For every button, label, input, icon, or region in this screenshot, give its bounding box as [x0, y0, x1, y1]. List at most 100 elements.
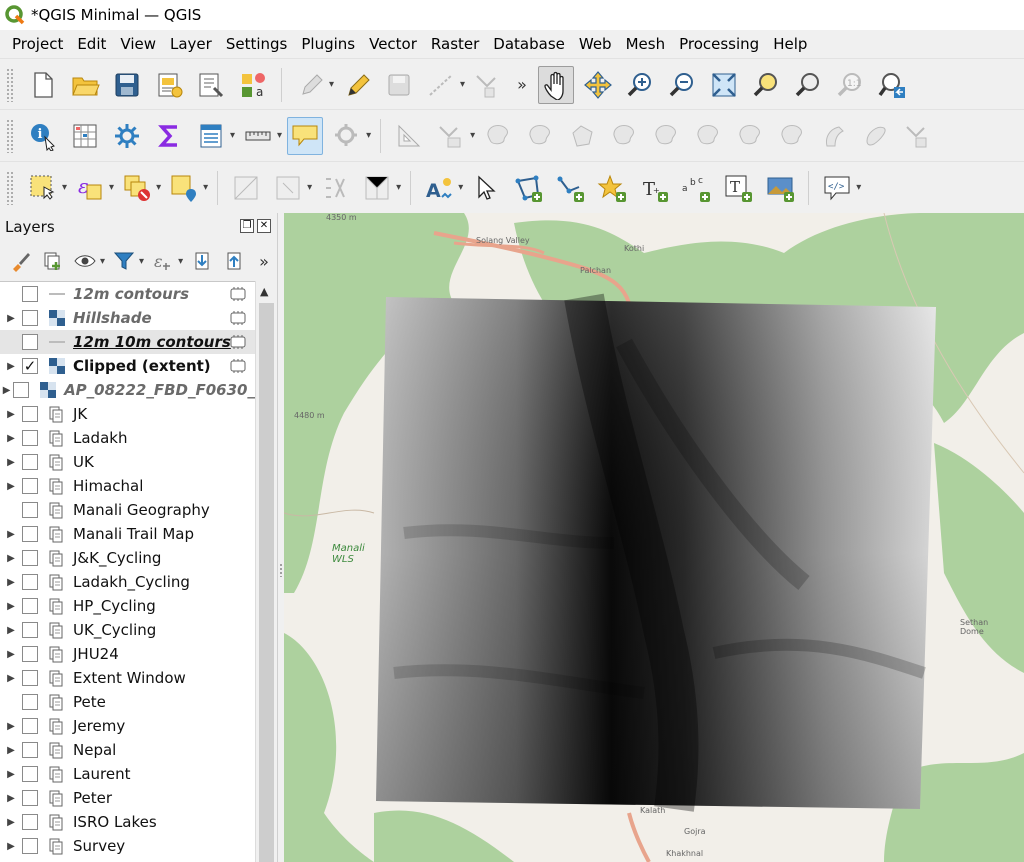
toggle-editing-button[interactable] — [339, 66, 375, 104]
expand-arrow-icon[interactable]: ▶ — [0, 433, 22, 444]
layer-visibility-checkbox[interactable] — [22, 814, 38, 830]
edit-shape-button-2[interactable] — [522, 117, 558, 155]
layer-visibility-checkbox[interactable] — [22, 718, 38, 734]
dropdown-arrow-icon[interactable]: ▾ — [100, 256, 105, 267]
expand-arrow-icon[interactable]: ▶ — [0, 817, 22, 828]
edit-shape-button-7[interactable] — [732, 117, 768, 155]
dropdown-arrow-icon[interactable]: ▾ — [203, 182, 208, 193]
layer-visibility-checkbox[interactable] — [22, 790, 38, 806]
layer-visibility-checkbox[interactable] — [22, 502, 38, 518]
layer-row[interactable]: ▶ HP_Cycling — [0, 594, 255, 618]
statistics-button[interactable] — [151, 117, 187, 155]
layer-visibility-checkbox[interactable] — [13, 382, 30, 398]
zoom-to-selection-button[interactable] — [748, 66, 784, 104]
edit-shape-button-1[interactable] — [480, 117, 516, 155]
layer-visibility-checkbox[interactable] — [22, 622, 38, 638]
layer-row[interactable]: ▶ ✓ Clipped (extent) — [0, 354, 255, 378]
expand-arrow-icon[interactable]: ▶ — [0, 481, 22, 492]
style-layer-button[interactable] — [6, 246, 36, 276]
collapse-all-button[interactable] — [219, 246, 249, 276]
dropdown-arrow-icon[interactable]: ▾ — [458, 182, 463, 193]
menu-layer[interactable]: Layer — [163, 35, 219, 53]
expand-arrow-icon[interactable]: ▶ — [0, 385, 13, 396]
dropdown-arrow-icon[interactable]: ▾ — [307, 182, 312, 193]
expand-arrow-icon[interactable]: ▶ — [0, 673, 22, 684]
pan-to-selection-button[interactable] — [580, 66, 616, 104]
filter-by-expression-button[interactable]: ε — [148, 246, 178, 276]
layer-visibility-checkbox[interactable] — [22, 694, 38, 710]
toolbar-grip[interactable] — [6, 67, 14, 102]
dropdown-arrow-icon[interactable]: ▾ — [109, 182, 114, 193]
layer-visibility-checkbox[interactable] — [22, 766, 38, 782]
expand-arrow-icon[interactable]: ▶ — [0, 529, 22, 540]
identify-features-button[interactable]: i — [25, 117, 61, 155]
layer-row[interactable]: ▶ Ladakh — [0, 426, 255, 450]
toolbar-grip[interactable] — [6, 118, 14, 153]
style-manager-button[interactable]: a — [235, 66, 271, 104]
dropdown-arrow-icon[interactable]: ▾ — [396, 182, 401, 193]
expand-arrow-icon[interactable]: ▶ — [0, 409, 22, 420]
layer-visibility-checkbox[interactable] — [22, 310, 38, 326]
menu-web[interactable]: Web — [572, 35, 619, 53]
expand-arrow-icon[interactable]: ▶ — [0, 745, 22, 756]
zoom-native-button[interactable]: 1:1 — [832, 66, 868, 104]
digitize-shape-button-1[interactable] — [228, 169, 264, 207]
add-line-label-button[interactable] — [552, 169, 588, 207]
scroll-up-icon[interactable]: ▲ — [260, 285, 268, 298]
snapping-triangle-button[interactable] — [391, 117, 427, 155]
menu-view[interactable]: View — [113, 35, 163, 53]
manage-visibility-button[interactable] — [70, 246, 100, 276]
edit-shape-button-8[interactable] — [774, 117, 810, 155]
add-line-button[interactable] — [423, 66, 459, 104]
menu-plugins[interactable]: Plugins — [294, 35, 362, 53]
layer-row[interactable]: ▶ Nepal — [0, 738, 255, 762]
float-panel-icon[interactable]: ❐ — [240, 219, 254, 233]
select-features-button[interactable] — [25, 169, 61, 207]
layer-visibility-checkbox[interactable] — [22, 406, 38, 422]
menu-settings[interactable]: Settings — [219, 35, 295, 53]
layer-row[interactable]: ▶ Manali Trail Map — [0, 522, 255, 546]
edit-shape-button-3[interactable] — [564, 117, 600, 155]
zoom-to-layer-button[interactable] — [790, 66, 826, 104]
layer-visibility-checkbox[interactable] — [22, 334, 38, 350]
layer-row[interactable]: ▶ ISRO Lakes — [0, 810, 255, 834]
save-project-button[interactable] — [109, 66, 145, 104]
layers-toolbar-overflow[interactable]: » — [259, 252, 269, 271]
vertex-editor-button[interactable] — [433, 117, 469, 155]
html-annotation-button[interactable]: </> — [819, 169, 855, 207]
expand-arrow-icon[interactable]: ▶ — [0, 577, 22, 588]
dropdown-arrow-icon[interactable]: ▾ — [366, 130, 371, 141]
zoom-in-button[interactable] — [622, 66, 658, 104]
layer-row[interactable]: ▶ JHU24 — [0, 642, 255, 666]
menu-help[interactable]: Help — [766, 35, 814, 53]
layer-row[interactable]: 12m contours — [0, 282, 255, 306]
layer-row[interactable]: ▶ UK — [0, 450, 255, 474]
layer-row[interactable]: ▶ AP_08222_FBD_F0630_ — [0, 378, 255, 402]
layers-scrollbar[interactable]: ▲ — [255, 281, 277, 862]
layer-visibility-checkbox[interactable]: ✓ — [22, 358, 38, 374]
layer-visibility-checkbox[interactable] — [22, 670, 38, 686]
layer-visibility-checkbox[interactable] — [22, 646, 38, 662]
add-polygon-label-button[interactable] — [510, 169, 546, 207]
dropdown-arrow-icon[interactable]: ▾ — [470, 130, 475, 141]
menu-database[interactable]: Database — [486, 35, 572, 53]
layer-visibility-checkbox[interactable] — [22, 838, 38, 854]
layer-visibility-checkbox[interactable] — [22, 430, 38, 446]
layout-manager-button[interactable] — [193, 66, 229, 104]
edit-shape-button-9[interactable] — [816, 117, 852, 155]
new-project-button[interactable] — [25, 66, 61, 104]
close-panel-icon[interactable]: ✕ — [257, 219, 271, 233]
dropdown-arrow-icon[interactable]: ▾ — [460, 79, 465, 90]
select-label-button[interactable] — [468, 169, 504, 207]
new-print-layout-button[interactable] — [151, 66, 187, 104]
expand-arrow-icon[interactable]: ▶ — [0, 457, 22, 468]
add-group-button[interactable] — [38, 246, 68, 276]
attribute-table-button[interactable] — [193, 117, 229, 155]
layer-visibility-checkbox[interactable] — [22, 574, 38, 590]
layer-row[interactable]: 12m 10m contours — [0, 330, 255, 354]
select-by-expression-button[interactable]: ε — [72, 169, 108, 207]
edit-shape-button-4[interactable] — [606, 117, 642, 155]
layer-row[interactable]: ▶ Himachal — [0, 474, 255, 498]
zoom-last-button[interactable] — [874, 66, 910, 104]
open-attribute-table-button[interactable] — [67, 117, 103, 155]
